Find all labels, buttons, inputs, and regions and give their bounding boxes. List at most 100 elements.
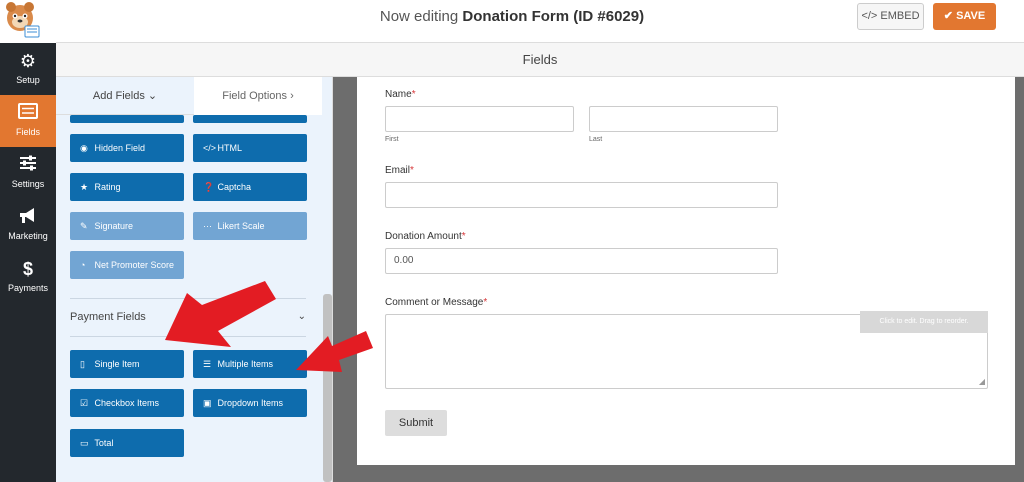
comment-label: Comment or Message*	[385, 297, 487, 308]
field-button-partial[interactable]	[193, 115, 307, 123]
nav-item-settings[interactable]: Settings	[0, 147, 56, 199]
fields-header: Fields	[56, 43, 1024, 77]
fields-panel: Add Fields ⌄ Field Options › ◉ Hidden Fi…	[56, 77, 333, 482]
dropdown-icon: ▣	[203, 398, 212, 408]
field-button-total[interactable]: ▭ Total	[70, 429, 184, 457]
chevron-down-icon: ⌄	[147, 90, 158, 102]
form-name: Donation Form (ID #6029)	[462, 8, 645, 25]
star-icon: ★	[80, 182, 89, 192]
first-sublabel: First	[385, 136, 399, 143]
field-label: Net Promoter Score	[94, 260, 175, 270]
last-sublabel: Last	[589, 136, 603, 143]
tab-label: Field Options	[222, 90, 288, 102]
code-icon: </>	[203, 143, 217, 153]
header-title: Fields	[522, 52, 558, 67]
email-label: Email*	[385, 165, 414, 176]
required-marker: *	[410, 165, 414, 176]
file-icon: ▯	[80, 359, 85, 369]
field-button-checkbox-items[interactable]: ☑ Checkbox Items	[70, 389, 184, 417]
field-button-nps[interactable]: ◔ Net Promoter Score	[70, 251, 184, 279]
code-icon: </>	[861, 10, 878, 22]
edit-hint-tooltip: Click to edit. Drag to reorder.	[860, 311, 988, 333]
amount-value: 0.00	[394, 255, 414, 266]
field-button-multiple-items[interactable]: ☰ Multiple Items	[193, 350, 307, 378]
field-label: Total	[94, 438, 114, 448]
eye-icon: ◉	[80, 143, 88, 153]
chevron-right-icon: ›	[290, 90, 294, 102]
chevron-down-icon: ⌄	[297, 311, 306, 322]
dots-icon: ···	[203, 221, 212, 231]
nav-label: Setup	[16, 75, 40, 85]
field-button-signature[interactable]: ✎ Signature	[70, 212, 184, 240]
nav-item-fields[interactable]: Fields	[0, 95, 56, 147]
donation-amount-input[interactable]: 0.00	[385, 248, 778, 274]
tab-field-options[interactable]: Field Options ›	[194, 77, 322, 115]
label-text: Email	[385, 165, 411, 176]
pen-icon: ✎	[80, 221, 88, 231]
megaphone-icon	[0, 207, 56, 227]
gear-icon: ⚙	[19, 51, 37, 71]
field-label: Rating	[94, 182, 121, 192]
nav-item-marketing[interactable]: Marketing	[0, 199, 56, 251]
submit-label: Submit	[398, 417, 434, 429]
donation-amount-label: Donation Amount*	[385, 231, 466, 242]
label-text: Comment or Message	[385, 297, 484, 308]
panel-scrollbar[interactable]	[323, 294, 332, 482]
email-input[interactable]	[385, 182, 778, 208]
first-name-input[interactable]	[385, 106, 574, 132]
gauge-icon: ◔	[80, 260, 86, 270]
tab-label: Add Fields	[92, 90, 145, 102]
required-marker: *	[461, 231, 466, 242]
payment-fields-section[interactable]: Payment Fields ⌄	[70, 311, 306, 331]
label-text: Name	[385, 89, 412, 100]
label-text: Donation Amount	[385, 231, 462, 242]
field-button-hidden[interactable]: ◉ Hidden Field	[70, 134, 184, 162]
save-button[interactable]: ✔ SAVE	[933, 3, 996, 30]
name-label: Name*	[385, 89, 416, 100]
field-button-html[interactable]: </> HTML	[193, 134, 307, 162]
submit-button[interactable]: Submit	[385, 410, 447, 436]
left-nav: ⚙ Setup Fields Settings Marketing $ Paym…	[0, 43, 56, 482]
nav-label: Marketing	[8, 231, 48, 241]
embed-button[interactable]: </> EMBED	[857, 3, 924, 30]
field-label: Checkbox Items	[94, 398, 160, 408]
field-label: Likert Scale	[217, 221, 265, 231]
field-button-likert[interactable]: ··· Likert Scale	[193, 212, 307, 240]
dollar-icon: $	[22, 259, 33, 279]
save-label: SAVE	[956, 10, 986, 22]
section-title: Payment Fields	[70, 311, 146, 323]
field-button-dropdown-items[interactable]: ▣ Dropdown Items	[193, 389, 307, 417]
nav-label: Payments	[7, 283, 49, 293]
tab-add-fields[interactable]: Add Fields ⌄	[56, 77, 194, 115]
required-marker: *	[483, 297, 488, 308]
field-button-rating[interactable]: ★ Rating	[70, 173, 184, 201]
question-icon: ❓	[203, 182, 215, 192]
checkbox-icon: ☑	[80, 398, 89, 408]
field-label: Captcha	[217, 182, 252, 192]
sliders-icon	[0, 155, 56, 175]
resize-handle-icon[interactable]: ◢	[979, 377, 985, 386]
divider	[70, 336, 306, 337]
required-marker: *	[411, 89, 416, 100]
field-label: Signature	[94, 221, 134, 231]
field-label: Multiple Items	[217, 359, 274, 369]
list-icon: ☰	[203, 359, 212, 369]
last-name-input[interactable]	[589, 106, 778, 132]
field-label: Hidden Field	[94, 143, 146, 153]
field-button-partial[interactable]	[70, 115, 184, 123]
nav-item-setup[interactable]: ⚙ Setup	[0, 43, 56, 95]
embed-label: EMBED	[880, 10, 920, 22]
field-button-captcha[interactable]: ❓ Captcha	[193, 173, 307, 201]
top-bar: Now editing Donation Form (ID #6029) </>…	[0, 0, 1024, 43]
nav-item-payments[interactable]: $ Payments	[0, 251, 56, 303]
nav-label: Settings	[11, 179, 45, 189]
field-button-single-item[interactable]: ▯ Single Item	[70, 350, 184, 378]
nav-label: Fields	[15, 127, 40, 137]
money-icon: ▭	[80, 438, 89, 448]
divider	[70, 298, 306, 299]
fields-icon	[0, 103, 56, 123]
title-prefix: Now editing	[379, 8, 459, 25]
field-label: Dropdown Items	[217, 398, 284, 408]
field-label: HTML	[217, 143, 243, 153]
check-icon: ✔	[943, 10, 953, 22]
